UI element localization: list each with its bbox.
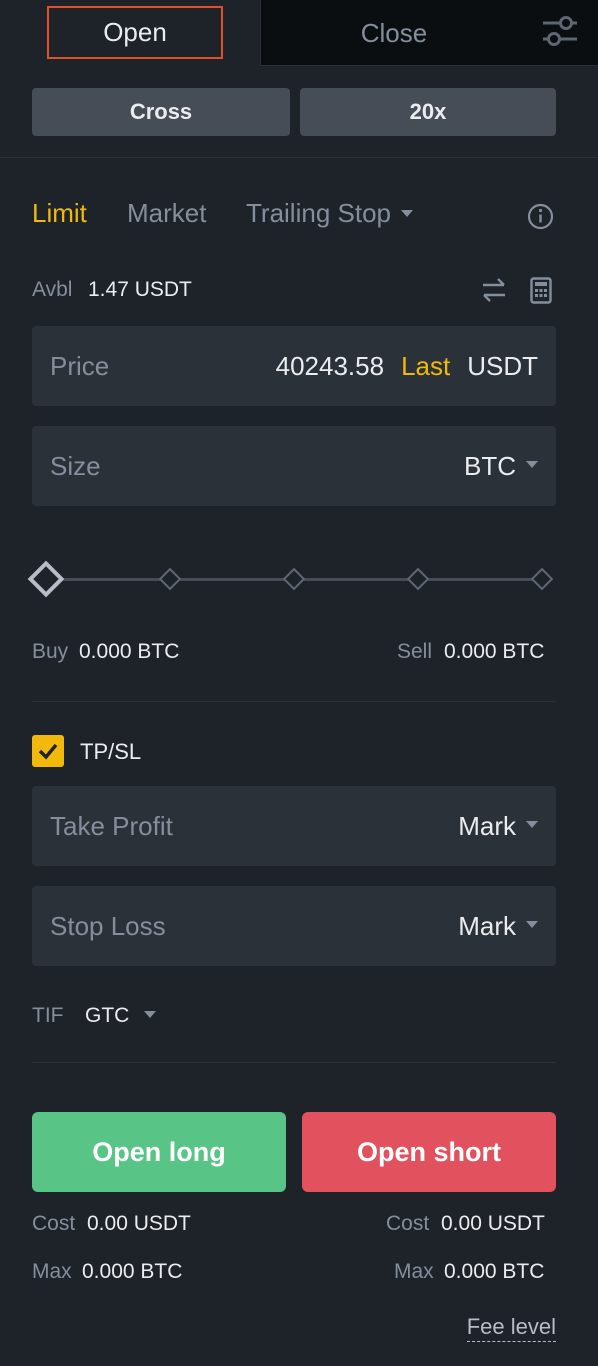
tpsl-label: TP/SL: [80, 739, 142, 764]
size-input[interactable]: Size BTC: [32, 426, 556, 506]
short-cost-value: 0.00 USDT: [441, 1212, 545, 1235]
divider: [32, 701, 556, 702]
take-profit-input[interactable]: Take Profit Mark: [32, 786, 556, 866]
tab-open[interactable]: Open: [0, 0, 260, 66]
sell-label: Sell: [397, 640, 433, 663]
order-type-market[interactable]: Market: [127, 198, 206, 229]
order-type-limit[interactable]: Limit: [32, 198, 87, 229]
price-right: 40243.58 Last USDT: [276, 326, 538, 406]
take-profit-trigger: Mark: [458, 810, 516, 841]
tab-open-label: Open: [103, 17, 167, 47]
calculator-icon[interactable]: [530, 277, 552, 304]
fee-level-link[interactable]: Fee level: [466, 1314, 556, 1342]
slider-step-25[interactable]: [158, 567, 182, 591]
price-unit: USDT: [467, 350, 538, 381]
stop-loss-trigger-select[interactable]: Mark: [458, 886, 538, 966]
order-side-tabs: Open Close: [0, 0, 598, 66]
take-profit-placeholder: Take Profit: [50, 810, 173, 841]
size-unit: BTC: [464, 450, 516, 481]
slider-step-75[interactable]: [406, 567, 430, 591]
stop-loss-trigger: Mark: [458, 910, 516, 941]
order-type-trailing-label: Trailing Stop: [246, 198, 391, 228]
stop-loss-input[interactable]: Stop Loss Mark: [32, 886, 556, 966]
buy-label: Buy: [32, 640, 69, 663]
price-last-button[interactable]: Last: [401, 351, 450, 382]
leverage-button[interactable]: 20x: [300, 88, 556, 136]
short-max-label: Max: [394, 1260, 434, 1283]
size-slider-handle[interactable]: [27, 560, 65, 598]
short-cost-label: Cost: [386, 1212, 430, 1235]
price-input[interactable]: Price 40243.58 Last USDT: [32, 326, 556, 406]
tpsl-checkbox[interactable]: [32, 735, 64, 767]
available-label: Avbl: [32, 278, 73, 301]
chevron-down-icon: [526, 460, 538, 468]
tab-close-label: Close: [360, 17, 428, 48]
chevron-down-icon: [401, 209, 413, 217]
margin-mode-button[interactable]: Cross: [32, 88, 290, 136]
short-max-value: 0.000 BTC: [444, 1260, 545, 1283]
divider: [0, 157, 598, 158]
chevron-down-icon: [526, 920, 538, 928]
tif-value: GTC: [85, 1004, 130, 1027]
long-max-value: 0.000 BTC: [82, 1260, 183, 1283]
available-value: 1.47 USDT: [88, 278, 192, 301]
long-cost-label: Cost: [32, 1212, 76, 1235]
slider-step-50[interactable]: [282, 567, 306, 591]
tif-select[interactable]: GTC: [85, 1004, 157, 1028]
order-type-trailing-stop[interactable]: Trailing Stop: [246, 198, 413, 229]
price-placeholder: Price: [50, 350, 110, 381]
open-long-button[interactable]: Open long: [32, 1112, 286, 1192]
long-max-label: Max: [32, 1260, 72, 1283]
transfer-icon[interactable]: [480, 276, 508, 304]
info-icon[interactable]: [527, 203, 554, 230]
slider-step-100[interactable]: [530, 567, 554, 591]
tif-label: TIF: [32, 1004, 64, 1027]
check-icon: [38, 743, 58, 760]
size-placeholder: Size: [50, 450, 101, 481]
open-short-button[interactable]: Open short: [302, 1112, 556, 1192]
sell-value: 0.000 BTC: [444, 640, 545, 663]
sliders-icon[interactable]: [541, 14, 579, 48]
stop-loss-placeholder: Stop Loss: [50, 910, 166, 941]
chevron-down-icon: [526, 820, 538, 828]
long-cost-value: 0.00 USDT: [87, 1212, 191, 1235]
divider: [32, 1062, 556, 1063]
take-profit-trigger-select[interactable]: Mark: [458, 786, 538, 866]
size-unit-select[interactable]: BTC: [464, 426, 538, 506]
buy-value: 0.000 BTC: [79, 640, 180, 663]
price-value: 40243.58: [275, 350, 385, 381]
chevron-down-icon: [144, 1010, 157, 1018]
